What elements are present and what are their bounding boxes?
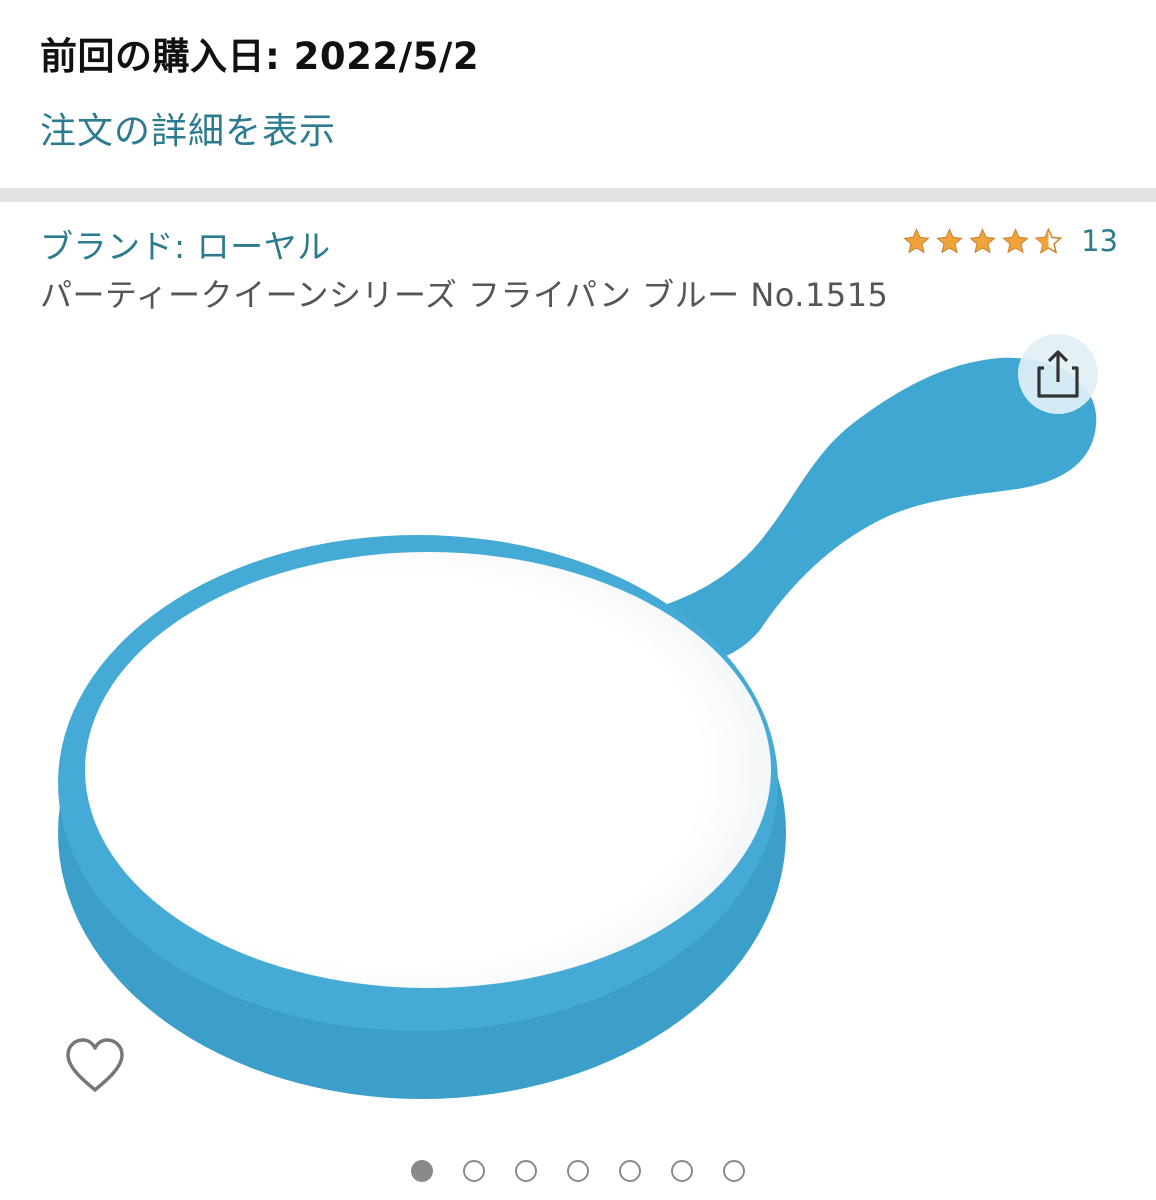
product-title[interactable]: パーティークイーンシリーズ フライパン ブルー No.1515 xyxy=(40,270,888,316)
carousel-dot[interactable] xyxy=(463,1160,485,1182)
heart-icon xyxy=(66,1038,124,1092)
carousel-dot[interactable] xyxy=(723,1160,745,1182)
rating-count[interactable]: 13 xyxy=(1081,224,1118,258)
last-purchase-date: 前回の購入日: 2022/5/2 xyxy=(40,35,480,78)
section-divider xyxy=(0,188,1156,202)
star-rating xyxy=(902,227,1067,256)
carousel-dot[interactable] xyxy=(619,1160,641,1182)
carousel-dot[interactable] xyxy=(567,1160,589,1182)
star-full-icon xyxy=(903,227,930,253)
rating-summary[interactable]: 13 xyxy=(902,224,1118,258)
carousel-dot[interactable] xyxy=(515,1160,537,1182)
carousel-dot[interactable] xyxy=(671,1160,693,1182)
star-half-icon xyxy=(1034,227,1063,254)
star-full-icon xyxy=(969,227,996,253)
carousel-dot[interactable] xyxy=(411,1160,433,1182)
wishlist-button[interactable] xyxy=(64,1036,126,1096)
share-icon xyxy=(1037,350,1079,398)
share-button[interactable] xyxy=(1018,334,1098,414)
star-full-icon xyxy=(1002,227,1029,253)
image-carousel-indicators xyxy=(0,1160,1156,1182)
brand-link[interactable]: ブランド: ローヤル xyxy=(40,220,331,268)
star-full-icon xyxy=(936,227,963,253)
view-order-details-link[interactable]: 注文の詳細を表示 xyxy=(40,102,336,154)
product-image[interactable] xyxy=(0,320,1156,1140)
